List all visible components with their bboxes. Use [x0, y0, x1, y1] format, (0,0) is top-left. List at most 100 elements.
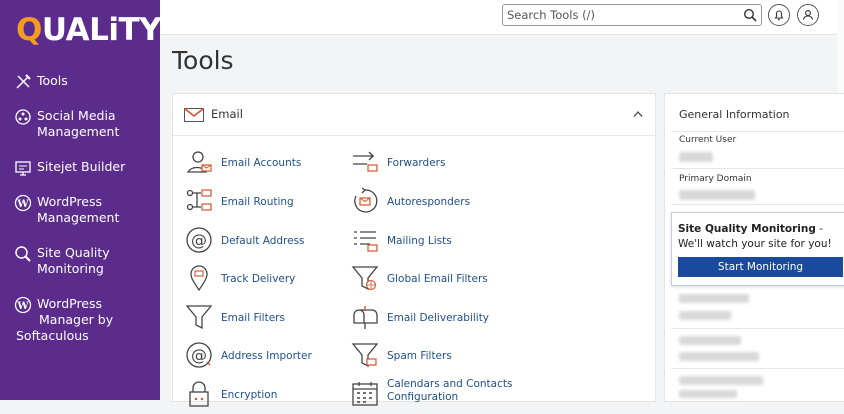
tool-email-deliverability[interactable]: Email Deliverability [351, 301, 571, 337]
svg-text:W: W [16, 199, 29, 210]
popup-title: Site Quality Monitoring [678, 223, 816, 235]
tool-label: Encryption [221, 389, 278, 401]
tool-label: Address Importer [221, 350, 312, 362]
bell-icon [774, 10, 784, 21]
sidebar-item-label: WordPress [37, 194, 103, 209]
sidebar-item-tools[interactable]: Tools [0, 70, 160, 92]
divider [671, 328, 844, 329]
primary-domain-value[interactable] [679, 190, 755, 200]
sitejet-icon [15, 161, 31, 176]
tool-autoresponders[interactable]: Autoresponders [351, 185, 571, 221]
sidebar-item-label: Manager by [39, 312, 114, 327]
social-media-icon [15, 109, 31, 125]
search-icon[interactable] [743, 8, 757, 22]
sidebar-item-wordpress-softaculous[interactable]: W WordPress Manager by Softaculous [0, 293, 160, 347]
current-user-value [679, 152, 713, 162]
email-section: Email Email Accounts Email Routing @ Def… [172, 93, 656, 407]
sidebar-item-sitejet[interactable]: Sitejet Builder [0, 156, 160, 178]
chevron-up-icon[interactable] [633, 110, 643, 118]
spam-filter-icon [351, 343, 379, 368]
divider [671, 368, 844, 369]
tool-label: Default Address [221, 235, 305, 247]
logo-q: Q [16, 12, 42, 48]
sidebar-item-label: Sitejet Builder [37, 159, 126, 174]
blurred-label [679, 376, 763, 385]
notifications-button[interactable] [768, 4, 790, 26]
tool-label: Autoresponders [387, 196, 471, 208]
sidebar-nav: Tools Social Media Management Sitejet Bu… [0, 70, 160, 360]
tool-label: Global Email Filters [387, 273, 488, 285]
email-accounts-icon [186, 151, 212, 173]
sidebar-item-wordpress-management[interactable]: W WordPress Management [0, 191, 160, 229]
autoresponder-icon [354, 187, 378, 213]
envelope-icon [184, 108, 204, 122]
panel-title: General Information [679, 108, 790, 121]
tool-mailing-lists[interactable]: Mailing Lists [351, 224, 571, 260]
sidebar-item-label: Social Media [37, 108, 116, 123]
site-quality-icon [15, 246, 31, 262]
tool-spam-filters[interactable]: Spam Filters [351, 339, 571, 375]
tool-label: Email Filters [221, 312, 285, 324]
wordpress-icon: W [14, 194, 32, 212]
tool-label: Forwarders [387, 157, 446, 169]
sidebar-item-label: Tools [37, 73, 68, 88]
top-bar [160, 0, 837, 35]
svg-text:W: W [16, 301, 29, 312]
blurred-value [679, 311, 731, 320]
primary-domain-label: Primary Domain [679, 174, 752, 184]
user-icon [802, 10, 814, 20]
site-quality-monitoring-popup: Site Quality Monitoring - We'll watch yo… [671, 212, 844, 286]
tool-forwarders[interactable]: Forwarders [351, 146, 571, 182]
blurred-value [679, 352, 759, 361]
sidebar-item-label: Softaculous [16, 328, 89, 343]
logo-text: UALiTY [41, 12, 162, 48]
user-menu-button[interactable] [797, 4, 819, 26]
svg-text:@: @ [191, 346, 207, 365]
tool-label: Calendars and Contacts Configuration [387, 378, 513, 403]
sidebar-item-label: Management [37, 124, 120, 139]
at-import-icon: @ [186, 342, 212, 368]
list-icon [354, 231, 378, 252]
email-routing-icon [186, 189, 212, 211]
at-sign-icon: @ [186, 227, 212, 253]
blurred-value [679, 390, 737, 398]
lock-icon [189, 381, 209, 407]
calendar-icon [352, 382, 378, 406]
blurred-label [679, 294, 749, 303]
global-filter-icon [351, 266, 379, 291]
search-box[interactable] [502, 4, 762, 26]
blurred-label [679, 336, 741, 345]
tool-label: Mailing Lists [387, 235, 452, 247]
divider [671, 131, 844, 132]
svg-text:@: @ [191, 231, 207, 250]
email-section-header[interactable]: Email [173, 94, 655, 136]
tool-calendars-contacts[interactable]: Calendars and Contacts Configuration [351, 378, 571, 414]
tool-label: Email Deliverability [387, 312, 490, 324]
tool-label: Email Accounts [221, 157, 302, 169]
tool-label: Spam Filters [387, 350, 452, 362]
current-user-label: Current User [679, 135, 737, 145]
sidebar-item-site-quality[interactable]: Site Quality Monitoring [0, 242, 160, 280]
tool-label: Email Routing [221, 196, 294, 208]
forward-icon [353, 151, 378, 172]
divider [671, 204, 844, 205]
tool-label: Track Delivery [221, 273, 296, 285]
sidebar-item-label: Monitoring [37, 261, 104, 276]
wordpress-icon: W [14, 296, 32, 314]
page-title: Tools [172, 46, 234, 75]
tool-global-email-filters[interactable]: Global Email Filters [351, 262, 571, 298]
search-input[interactable] [507, 7, 737, 23]
tools-icon [16, 74, 31, 89]
sidebar-item-social-media[interactable]: Social Media Management [0, 105, 160, 143]
sidebar-item-label: Management [37, 210, 120, 225]
section-title: Email [211, 107, 243, 121]
start-monitoring-button[interactable]: Start Monitoring [678, 257, 843, 277]
filter-icon [185, 305, 213, 330]
sidebar-item-label: Site Quality [37, 245, 110, 260]
mailbox-icon [353, 306, 378, 329]
divider [671, 168, 844, 169]
brand-logo[interactable]: QUALiTY [16, 10, 162, 50]
popup-text: Site Quality Monitoring - We'll watch yo… [678, 222, 843, 252]
sidebar: QUALiTY Tools Social Media Management Si… [0, 0, 162, 400]
location-pin-icon [190, 265, 208, 292]
